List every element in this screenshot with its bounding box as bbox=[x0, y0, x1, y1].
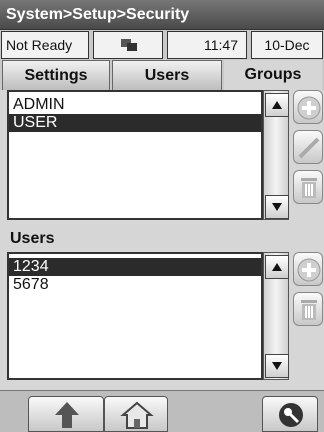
plus-icon bbox=[297, 96, 321, 120]
groups-scrollbar[interactable] bbox=[263, 90, 289, 220]
arrow-down-icon bbox=[272, 203, 282, 211]
delete-user-button[interactable] bbox=[293, 292, 323, 326]
arrow-up-icon bbox=[272, 101, 282, 109]
status-icon-box bbox=[93, 31, 163, 59]
users-scroll-down-button[interactable] bbox=[265, 354, 289, 378]
connection-icon bbox=[121, 39, 137, 51]
groups-scroll-down-button[interactable] bbox=[265, 195, 289, 219]
plus-icon bbox=[297, 258, 321, 282]
status-time-text: 11:47 bbox=[204, 37, 238, 53]
status-state: Not Ready bbox=[1, 31, 89, 59]
status-state-text: Not Ready bbox=[6, 37, 73, 53]
tab-users[interactable]: Users bbox=[112, 60, 222, 90]
arrow-up-icon bbox=[272, 263, 282, 271]
trash-icon bbox=[301, 300, 317, 320]
arrow-up-icon bbox=[55, 402, 79, 428]
home-icon bbox=[120, 401, 154, 429]
users-section-label: Users bbox=[10, 230, 55, 247]
users-scrollbar[interactable] bbox=[263, 252, 289, 380]
home-button[interactable] bbox=[104, 396, 168, 432]
breadcrumb: System>Setup>Security bbox=[0, 0, 324, 30]
list-item-group-admin[interactable]: ADMIN bbox=[9, 96, 261, 114]
status-date-text: 10-Dec bbox=[264, 37, 310, 53]
tab-groups[interactable]: Groups bbox=[224, 60, 322, 90]
users-scroll-up-button[interactable] bbox=[265, 255, 289, 279]
users-list[interactable]: 1234 5678 bbox=[7, 252, 263, 380]
add-user-button[interactable] bbox=[293, 252, 323, 286]
pencil-icon bbox=[298, 137, 320, 159]
groups-scroll-up-button[interactable] bbox=[265, 93, 289, 117]
edit-group-button[interactable] bbox=[293, 130, 323, 164]
back-button[interactable] bbox=[28, 396, 104, 432]
delete-group-button[interactable] bbox=[293, 170, 323, 204]
tab-settings[interactable]: Settings bbox=[2, 60, 110, 90]
list-item-user-1234[interactable]: 1234 bbox=[9, 258, 261, 276]
groups-list[interactable]: ADMIN USER bbox=[7, 90, 263, 220]
status-time: 11:47 bbox=[167, 31, 247, 59]
trash-icon bbox=[301, 178, 317, 198]
security-key-button[interactable] bbox=[262, 396, 318, 432]
arrow-down-icon bbox=[272, 362, 282, 370]
status-date: 10-Dec bbox=[251, 31, 323, 59]
key-icon bbox=[279, 403, 303, 427]
add-group-button[interactable] bbox=[293, 90, 323, 124]
list-item-user-5678[interactable]: 5678 bbox=[9, 276, 261, 294]
list-item-group-user[interactable]: USER bbox=[9, 114, 261, 132]
